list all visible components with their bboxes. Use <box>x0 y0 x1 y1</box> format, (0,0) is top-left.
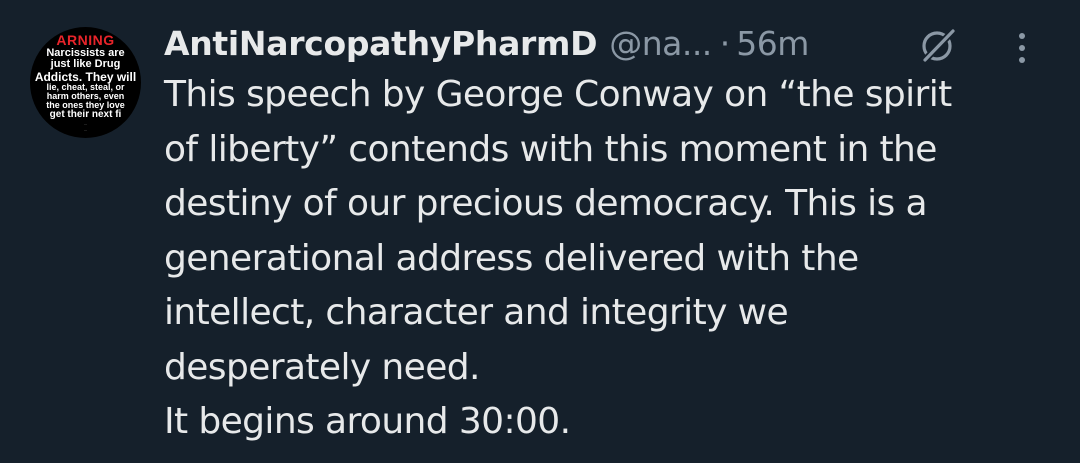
more-vertical-icon[interactable] <box>1012 30 1032 66</box>
tweet-text: This speech by George Conway on “the spi… <box>164 68 1054 450</box>
tweet-text-line: It begins around 30:00. <box>164 401 571 442</box>
tweet-text-line: generational address delivered with the <box>164 237 859 279</box>
avatar[interactable]: ARNING Narcissists are just like Drug Ad… <box>30 27 141 138</box>
tweet-text-line: desperately need. <box>164 346 480 388</box>
timestamp[interactable]: 56m <box>736 24 809 63</box>
user-handle[interactable]: @na... <box>609 24 712 63</box>
tweet-text-line: destiny of our precious democracy. This … <box>164 183 928 224</box>
grok-icon[interactable] <box>916 25 962 65</box>
avatar-text-line: get their next fi <box>49 109 122 120</box>
tweet-text-line: of liberty” contends with this moment in… <box>164 128 937 170</box>
separator-dot: · <box>719 23 731 63</box>
tweet-text-line: intellect, character and integrity we <box>164 292 789 333</box>
avatar-text-line: ARNING <box>56 32 115 48</box>
avatar-text-line: ... <box>83 121 88 126</box>
avatar-text-line: ... <box>83 127 88 132</box>
display-name[interactable]: AntiNarcopathyPharmD <box>164 24 597 63</box>
avatar-text-line: just like Drug <box>50 58 121 70</box>
tweet-text-line: This speech by George Conway on “the spi… <box>164 74 952 115</box>
tweet-header: AntiNarcopathyPharmD @na... · 56m <box>164 18 809 68</box>
tweet-card[interactable]: ARNING Narcissists are just like Drug Ad… <box>0 0 1080 463</box>
